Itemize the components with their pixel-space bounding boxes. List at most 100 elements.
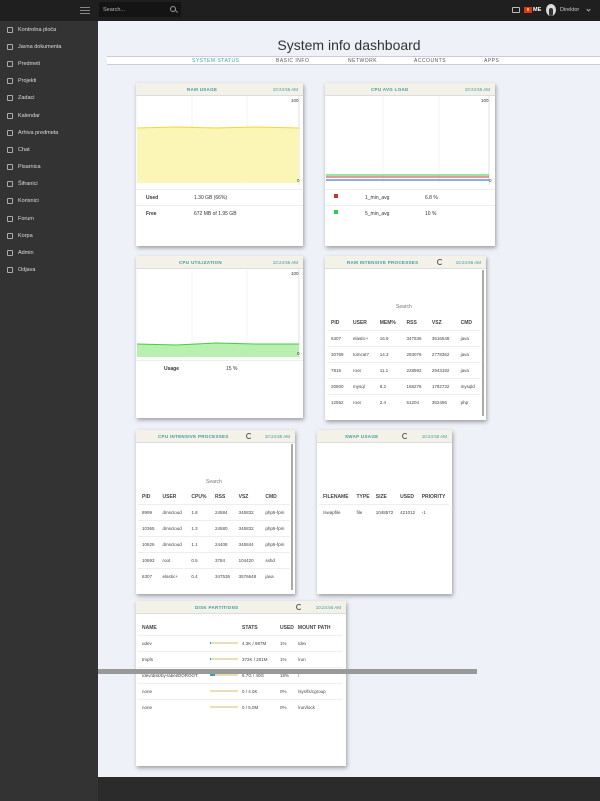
cpu-usage-value: 15 % bbox=[226, 366, 238, 372]
avatar[interactable] bbox=[546, 4, 556, 16]
search-input[interactable]: Search... bbox=[99, 2, 181, 17]
tab-system-status[interactable]: SYSTEM STATUS bbox=[192, 58, 239, 64]
column-header[interactable] bbox=[206, 621, 238, 635]
swap-usage-panel: SWAP USAGE 10:24:55 AM FILENAME TYPE SIZE U… bbox=[317, 430, 452, 594]
panel-header: CPU UTILIZATION 10:24:55 AM bbox=[136, 256, 303, 269]
table-cell: php5-fpm bbox=[261, 535, 290, 552]
table-row[interactable]: 10693 root 0.5 3784 104420 sshd bbox=[138, 551, 290, 568]
sidebar-item-korisnici[interactable]: Korisnici bbox=[0, 193, 98, 210]
refresh-icon[interactable] bbox=[437, 259, 443, 265]
chevron-down-icon[interactable] bbox=[586, 7, 591, 12]
panel-timestamp: 10:24:55 AM bbox=[272, 260, 298, 265]
sidebar-item--ifranici[interactable]: Šifranici bbox=[0, 176, 98, 193]
sidebar-item-projekti[interactable]: Projekti bbox=[0, 73, 98, 90]
sidebar-item-korpa[interactable]: Korpa bbox=[0, 227, 98, 244]
table-row[interactable]: 10365 dmscloud 1.3 24580 345832 php5-fpm bbox=[138, 519, 290, 536]
tab-accounts[interactable]: ACCOUNTS bbox=[414, 58, 446, 64]
column-header[interactable]: RSS bbox=[403, 316, 428, 330]
sidebar-item-forum[interactable]: Forum bbox=[0, 210, 98, 227]
language-label[interactable]: ME bbox=[533, 7, 541, 13]
archive-icon bbox=[7, 129, 13, 136]
disk-used-cell: 1% bbox=[276, 634, 294, 651]
table-cell: 2778362 bbox=[427, 345, 457, 362]
table-row[interactable]: 20800 mysql 8.2 168276 1792732 mysqld bbox=[327, 377, 481, 394]
sidebar-item-admin[interactable]: Admin bbox=[0, 244, 98, 261]
table-cell: 6307 bbox=[138, 567, 159, 584]
scrollbar[interactable] bbox=[482, 270, 484, 416]
column-header[interactable]: CMD bbox=[261, 490, 290, 504]
column-header[interactable]: PRIORITY bbox=[418, 490, 449, 504]
y-axis-max-label: 100 bbox=[291, 271, 299, 276]
column-header[interactable]: CMD bbox=[457, 316, 481, 330]
ram-usage-line bbox=[136, 126, 300, 129]
column-header[interactable]: TYPE bbox=[352, 490, 371, 504]
legend-row-5-min: 5_min_avg 10 % bbox=[325, 205, 495, 221]
column-header[interactable]: USED bbox=[276, 621, 294, 635]
table-cell: 228592 bbox=[402, 361, 428, 378]
sidebar-item-chat[interactable]: Chat bbox=[0, 141, 98, 158]
refresh-icon[interactable] bbox=[246, 433, 252, 439]
sidebar-item-odjava[interactable]: Odjava bbox=[0, 262, 98, 279]
table-search-input[interactable]: Search bbox=[396, 304, 412, 310]
refresh-icon[interactable] bbox=[296, 604, 302, 610]
table-row[interactable]: 12552 root 2.4 51204 352456 php bbox=[327, 393, 481, 410]
scrollbar[interactable] bbox=[291, 444, 293, 590]
column-header[interactable]: USER bbox=[349, 316, 376, 330]
ram-processes-table: PID USER MEM% RSS VSZ CMD 6307 elastic+ 16.9 347… bbox=[327, 316, 481, 410]
horizontal-scrollbar[interactable] bbox=[98, 669, 477, 674]
disk-stats-cell: 372K / 201M bbox=[238, 650, 276, 667]
sidebar-item-predmeti[interactable]: Predmeti bbox=[0, 55, 98, 72]
sidebar-item-label: Zadaci bbox=[18, 95, 35, 102]
table-row[interactable]: udev 4.3K / 987M 1%/dev bbox=[138, 634, 342, 651]
sidebar-item-arhiva-predmeta[interactable]: Arhiva predmeta bbox=[0, 124, 98, 141]
column-header[interactable]: USER bbox=[159, 490, 188, 504]
table-cell: 345832 bbox=[234, 519, 262, 536]
column-header[interactable]: STATS bbox=[238, 621, 276, 635]
table-row[interactable]: 8999 dmscloud 1.8 24584 345832 php5-fpm bbox=[138, 503, 290, 520]
tab-apps[interactable]: APPS bbox=[484, 58, 499, 64]
table-cell: 2943192 bbox=[427, 361, 457, 378]
sidebar-item-kalendar[interactable]: Kalendar bbox=[0, 107, 98, 124]
disk-used-cell: 0% bbox=[276, 682, 294, 699]
column-header[interactable]: PID bbox=[327, 316, 349, 330]
column-header[interactable]: FILENAME bbox=[319, 490, 352, 504]
table-cell: /swapfile bbox=[319, 503, 353, 520]
table-row[interactable]: 30769 tomcat7 14.3 293076 2778362 java bbox=[327, 345, 481, 362]
column-header[interactable]: CPU% bbox=[187, 490, 211, 504]
table-cell: 1.1 bbox=[187, 535, 211, 552]
table-search-input[interactable]: Search bbox=[206, 479, 222, 485]
sidebar-item-pisarnica[interactable]: Pisarnica bbox=[0, 159, 98, 176]
column-header[interactable]: MOUNT PATH bbox=[294, 621, 342, 635]
column-header[interactable]: RSS bbox=[211, 490, 235, 504]
tab-network[interactable]: NETWORK bbox=[348, 58, 377, 64]
table-row[interactable]: none 0 / 4.0K 0%/sys/fs/cgroup bbox=[138, 682, 342, 699]
column-header[interactable]: SIZE bbox=[372, 490, 396, 504]
refresh-icon[interactable] bbox=[402, 433, 408, 439]
table-row[interactable]: 6307 elastic+ 0.4 347536 3576648 java bbox=[138, 567, 290, 584]
table-row[interactable]: 10626 dmscloud 1.1 24408 345844 php5-fpm bbox=[138, 535, 290, 552]
table-row[interactable]: 6307 elastic+ 16.9 347536 3516548 java bbox=[327, 329, 481, 346]
panel-header: DISK PARTITIONS 10:24:56 AM bbox=[136, 601, 346, 614]
page-title: System info dashboard bbox=[277, 37, 421, 53]
sidebar-item-kontrolna-plo-a[interactable]: Kontrolna ploča bbox=[0, 21, 98, 38]
column-header[interactable]: PID bbox=[138, 490, 159, 504]
column-header[interactable]: MEM% bbox=[376, 316, 403, 330]
sidebar-item-label: Pisarnica bbox=[18, 164, 41, 171]
table-row[interactable]: /swapfile file 1048572 421012 -1 bbox=[319, 503, 449, 520]
menu-toggle-icon[interactable] bbox=[80, 5, 90, 15]
tab-basic-info[interactable]: BASIC INFO bbox=[276, 58, 309, 64]
sidebar-item-javna-dokumenta[interactable]: Javna dokumenta bbox=[0, 38, 98, 55]
column-header[interactable]: VSZ bbox=[428, 316, 457, 330]
search-icon[interactable] bbox=[170, 6, 176, 12]
folder-icon[interactable] bbox=[512, 7, 520, 13]
table-row[interactable]: tmpfs 372K / 201M 1%/run bbox=[138, 650, 342, 667]
sidebar-item-zadaci[interactable]: Zadaci bbox=[0, 90, 98, 107]
table-cell: 7815 bbox=[327, 361, 350, 378]
column-header[interactable]: NAME bbox=[138, 621, 206, 635]
table-row[interactable]: 7815 root 11.1 228592 2943192 java bbox=[327, 361, 481, 378]
column-header[interactable]: VSZ bbox=[235, 490, 262, 504]
montenegro-flag-icon[interactable] bbox=[524, 7, 532, 13]
table-row[interactable]: none 0 / 5.0M 0%/run/lock bbox=[138, 698, 342, 715]
user-name[interactable]: Direktor bbox=[560, 7, 579, 13]
column-header[interactable]: USED bbox=[396, 490, 418, 504]
